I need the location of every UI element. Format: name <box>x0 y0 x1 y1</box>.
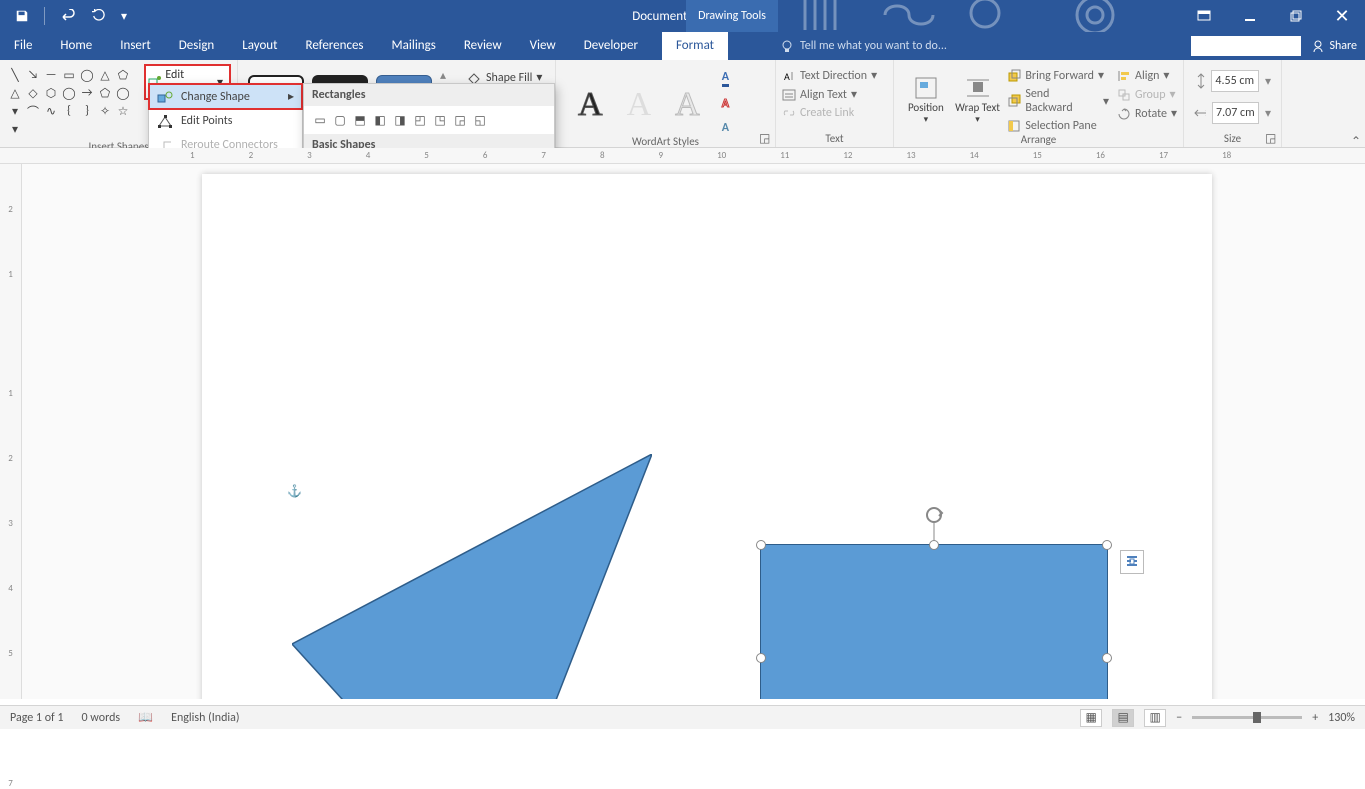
minimize-icon[interactable] <box>1227 0 1273 32</box>
height-icon <box>1194 73 1205 89</box>
redo-icon[interactable] <box>85 4 113 28</box>
status-bar: Page 1 of 1 0 words 📖 English (India) ▦ … <box>0 705 1365 729</box>
close-icon[interactable]: ✕ <box>1319 0 1365 32</box>
share-button[interactable]: Share <box>1311 39 1357 53</box>
link-icon <box>782 106 796 120</box>
read-mode-icon[interactable]: ▦ <box>1080 709 1102 727</box>
status-language[interactable]: English (India) <box>171 711 239 725</box>
layout-options-button[interactable] <box>1120 550 1144 574</box>
tab-design[interactable]: Design <box>165 32 228 60</box>
align-button[interactable]: Align ▾ <box>1117 68 1177 83</box>
resize-handle-n[interactable] <box>929 540 939 550</box>
tab-file[interactable]: File <box>0 32 46 60</box>
tab-insert[interactable]: Insert <box>106 32 165 60</box>
collapse-ribbon-icon[interactable]: ⌃ <box>1351 134 1361 149</box>
undo-icon[interactable] <box>53 4 81 28</box>
svg-text:A: A <box>784 70 790 83</box>
text-fill-icon[interactable]: A <box>722 70 729 87</box>
size-launcher[interactable]: ◲ <box>1265 131 1279 145</box>
send-backward-button[interactable]: Send Backward ▾ <box>1007 87 1109 115</box>
wrap-text-button[interactable]: Wrap Text▾ <box>952 62 1004 133</box>
zoom-out-icon[interactable]: − <box>1176 711 1182 725</box>
zoom-slider[interactable] <box>1192 716 1302 719</box>
title-bar: ▾ Document1 - Word Drawing Tools ✕ <box>0 0 1365 32</box>
group-label-arrange: Arrange <box>900 133 1177 148</box>
status-proofing-icon[interactable]: 📖 <box>138 710 153 725</box>
edit-shape-menu: Change Shape▸ Edit Points Reroute Connec… <box>148 83 303 158</box>
tab-references[interactable]: References <box>292 32 378 60</box>
wordart-launcher[interactable]: ◲ <box>759 131 773 145</box>
document-viewport[interactable]: ⚓ <box>22 164 1365 699</box>
tab-layout[interactable]: Layout <box>228 32 291 60</box>
text-outline-icon[interactable]: A <box>722 97 729 111</box>
bulb-icon <box>780 39 794 53</box>
wrap-text-icon <box>964 74 992 102</box>
print-layout-icon[interactable]: ▤ <box>1112 709 1134 727</box>
shape-height-input[interactable]: 4.55 cm▾ <box>1194 70 1271 92</box>
group-text: A Text Direction ▾ Align Text ▾ Create L… <box>776 60 894 147</box>
bring-forward-button[interactable]: Bring Forward ▾ <box>1007 68 1109 83</box>
quick-access-toolbar: ▾ <box>0 4 131 28</box>
align-text-icon <box>782 88 796 102</box>
anchor-icon: ⚓ <box>287 484 302 499</box>
share-icon <box>1311 39 1325 53</box>
width-icon <box>1194 106 1206 120</box>
resize-handle-e[interactable] <box>1102 653 1112 663</box>
titlebar-decoration <box>795 0 1175 35</box>
group-label-size: Size <box>1190 132 1275 147</box>
group-label-text: Text <box>782 132 887 147</box>
ribbon-tabs: File Home Insert Design Layout Reference… <box>0 32 1365 60</box>
edit-points-item[interactable]: Edit Points <box>149 109 302 133</box>
status-page[interactable]: Page 1 of 1 <box>10 711 64 725</box>
change-shape-icon <box>157 90 173 104</box>
create-link-button: Create Link <box>782 106 887 120</box>
rotate-button[interactable]: Rotate ▾ <box>1117 106 1177 121</box>
save-icon[interactable] <box>8 4 36 28</box>
shape-cat-rectangles: Rectangles <box>304 84 554 106</box>
shapes-gallery[interactable]: ╲↘— ▭◯△⬠ △◇⬡◯ →⬠◯▾ ⌒∿{} ✧☆▾ <box>6 62 144 140</box>
search-input[interactable] <box>1191 36 1301 56</box>
zoom-in-icon[interactable]: + <box>1312 711 1318 725</box>
text-direction-button[interactable]: A Text Direction ▾ <box>782 68 887 83</box>
wordart-gallery[interactable]: A A A <box>562 74 716 124</box>
resize-handle-nw[interactable] <box>756 540 766 550</box>
group-size: 4.55 cm▾ 7.07 cm▾ Size ◲ <box>1184 60 1282 147</box>
position-button[interactable]: Position▾ <box>900 62 952 133</box>
tab-review[interactable]: Review <box>450 32 516 60</box>
position-icon <box>912 74 940 102</box>
resize-handle-ne[interactable] <box>1102 540 1112 550</box>
group-button: Group ▾ <box>1117 87 1177 102</box>
shape-width-input[interactable]: 7.07 cm▾ <box>1194 102 1271 124</box>
ribbon-display-icon[interactable] <box>1181 0 1227 32</box>
selected-rectangle-shape[interactable] <box>760 544 1108 699</box>
tab-mailings[interactable]: Mailings <box>378 32 450 60</box>
tab-format[interactable]: Format <box>662 32 728 60</box>
align-text-button[interactable]: Align Text ▾ <box>782 87 887 102</box>
resize-handle-w[interactable] <box>756 653 766 663</box>
contextual-tab-header: Drawing Tools <box>686 0 778 32</box>
tab-developer[interactable]: Developer <box>570 32 652 60</box>
group-wordart: A A A A A A WordArt Styles ◲ <box>556 60 776 147</box>
zoom-level[interactable]: 130% <box>1328 711 1355 725</box>
selection-pane-button[interactable]: Selection Pane <box>1007 119 1109 133</box>
tab-view[interactable]: View <box>516 32 570 60</box>
horizontal-ruler: 123456789101112131415161718 <box>0 148 1365 164</box>
blue-triangle-shape[interactable] <box>292 454 652 699</box>
restore-icon[interactable] <box>1273 0 1319 32</box>
rectangles-grid[interactable]: ▭▢⬒◧◨◰◳◲◱ <box>304 106 554 134</box>
tell-me-search[interactable]: Tell me what you want to do... <box>780 32 947 60</box>
tab-home[interactable]: Home <box>46 32 106 60</box>
qat-more-icon[interactable]: ▾ <box>117 4 131 28</box>
status-words[interactable]: 0 words <box>82 711 121 725</box>
vertical-ruler: 211234567 <box>0 164 22 699</box>
text-direction-icon: A <box>782 69 796 83</box>
tell-me-placeholder: Tell me what you want to do... <box>800 39 947 53</box>
change-shape-item[interactable]: Change Shape▸ <box>149 84 302 109</box>
group-arrange: Position▾ Wrap Text▾ Bring Forward ▾ Sen… <box>894 60 1184 147</box>
web-layout-icon[interactable]: ▥ <box>1144 709 1166 727</box>
edit-points-icon <box>157 114 173 128</box>
text-effects-icon[interactable]: A <box>722 121 729 135</box>
